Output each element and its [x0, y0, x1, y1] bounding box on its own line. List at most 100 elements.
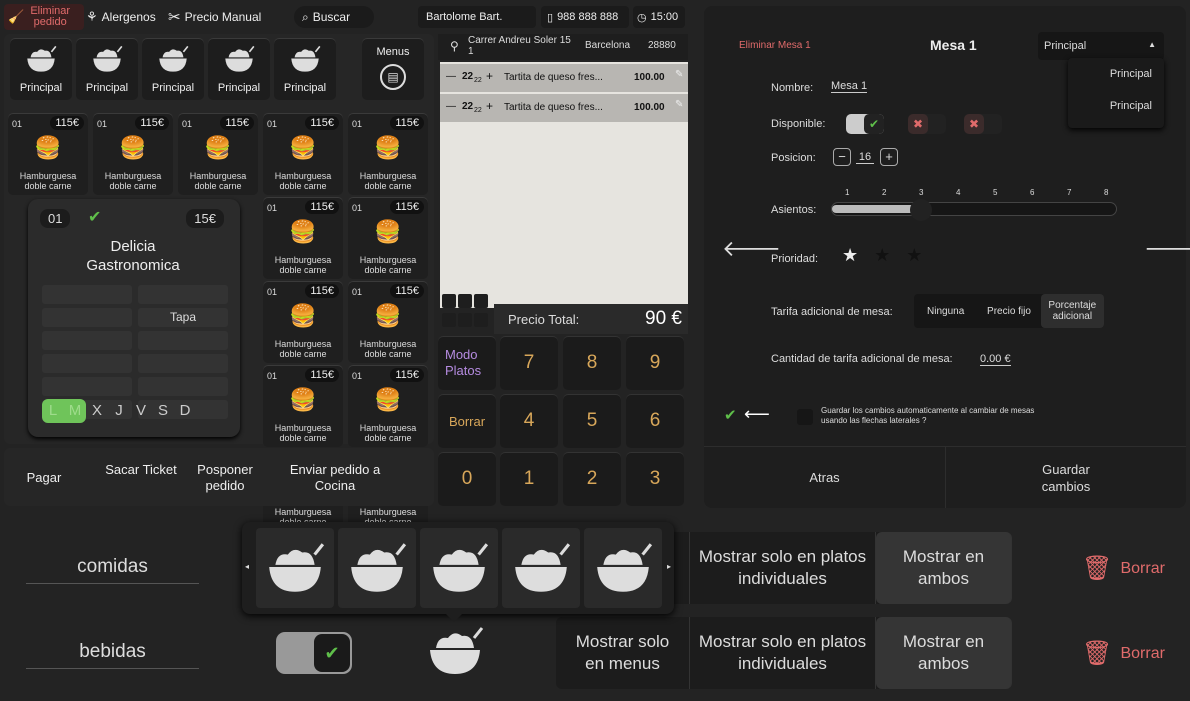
category-tile[interactable]: Principal	[208, 38, 270, 100]
available-toggle[interactable]: ✔	[846, 114, 884, 134]
display-mode-option[interactable]: Mostrar en ambos	[876, 532, 1012, 604]
save-changes-button[interactable]: Guardar cambios	[946, 446, 1186, 508]
action-button[interactable]: Enviar pedido a Cocina	[280, 462, 390, 494]
bowl-icon[interactable]	[256, 528, 334, 608]
seats-slider[interactable]	[831, 199, 1117, 221]
detail-tag-cell[interactable]: Tapa	[138, 308, 228, 327]
action-button[interactable]: Posponer pedido	[180, 462, 270, 494]
edit-icon[interactable]: ✎	[675, 69, 683, 80]
key-5[interactable]: 5	[563, 394, 621, 448]
key-3[interactable]: 3	[626, 452, 684, 506]
priority-stars[interactable]: ★ ★ ★	[842, 245, 922, 266]
product-tile[interactable]: 01 115€ 🍔 Hamburguesa doble carne	[348, 113, 428, 195]
zone-dropdown[interactable]: Principal ▲	[1038, 32, 1164, 60]
star-icon[interactable]: ★	[906, 245, 922, 266]
key-1[interactable]: 1	[500, 452, 558, 506]
weekday-x[interactable]: X	[86, 399, 108, 423]
plus-icon[interactable]: +	[486, 99, 493, 113]
product-tile[interactable]: 01 115€ 🍔 Hamburguesa doble carne	[263, 365, 343, 447]
delete-table-button[interactable]: Eliminar Mesa 1	[739, 40, 811, 51]
edit-icon[interactable]: ✎	[675, 99, 683, 110]
detail-tag-cell[interactable]	[138, 285, 228, 304]
minus-icon[interactable]: —	[446, 71, 456, 82]
product-tile[interactable]: 01 115€ 🍔 Hamburguesa doble carne	[93, 113, 173, 195]
detail-tag-cell[interactable]	[42, 285, 132, 304]
weekday-v[interactable]: V	[130, 399, 152, 423]
clear-button[interactable]: Borrar	[438, 394, 496, 448]
mode-button[interactable]: Modo Platos	[438, 336, 496, 390]
action-button[interactable]: Pagar	[14, 470, 74, 486]
weekday-selector[interactable]: LMXJVSD	[42, 399, 196, 423]
autosave-checkbox[interactable]	[797, 409, 813, 425]
key-6[interactable]: 6	[626, 394, 684, 448]
bowl-icon[interactable]	[584, 528, 662, 608]
product-tile[interactable]: 01 115€ 🍔 Hamburguesa doble carne	[263, 113, 343, 195]
product-tile[interactable]: 01 115€ 🍔 Hamburguesa doble carne	[348, 197, 428, 279]
arrow-left-icon[interactable]: 🡐	[722, 236, 781, 262]
zone-option[interactable]: Principal	[1110, 100, 1152, 112]
detail-tag-cell[interactable]	[42, 308, 132, 327]
bowl-icon[interactable]	[502, 528, 580, 608]
product-detail-card[interactable]: 01 ✔ 15€ Delicia Gastronomica Tapa LMXJV…	[28, 199, 240, 437]
delete-bebidas-button[interactable]: 🗑 Borrar	[1082, 639, 1165, 668]
seats-slider-handle[interactable]	[910, 199, 932, 221]
key-4[interactable]: 4	[500, 394, 558, 448]
surcharge-option[interactable]: Ninguna	[914, 294, 977, 328]
name-field[interactable]: Mesa 1	[831, 80, 868, 93]
detail-tag-cell[interactable]	[138, 377, 228, 396]
key-9[interactable]: 9	[626, 336, 684, 390]
order-line[interactable]: — 22 22 + Tartita de queso fres... 100.0…	[440, 94, 688, 122]
display-mode-option[interactable]: Mostrar solo en menus	[556, 617, 690, 689]
display-mode-option[interactable]: Mostrar en ambos	[876, 617, 1012, 689]
allergens-button[interactable]: ⚘ Alergenos	[86, 6, 156, 28]
weekday-l[interactable]: L	[42, 399, 64, 423]
star-icon[interactable]: ★	[874, 245, 890, 266]
unavailable-toggle[interactable]: ✖	[908, 114, 946, 134]
key-0[interactable]: 0	[438, 452, 496, 506]
bowl-icon[interactable]	[420, 528, 498, 608]
surcharge-amount-field[interactable]: 0.00 €	[980, 353, 1011, 366]
minus-icon[interactable]: —	[446, 101, 456, 112]
back-button[interactable]: Atras	[704, 446, 946, 508]
key-2[interactable]: 2	[563, 452, 621, 506]
grid-view-icon[interactable]	[440, 292, 492, 332]
product-tile[interactable]: 01 115€ 🍔 Hamburguesa doble carne	[348, 365, 428, 447]
category-tile[interactable]: Principal	[274, 38, 336, 100]
category-name-bebidas[interactable]: bebidas	[26, 641, 199, 669]
surcharge-option[interactable]: Precio fijo	[977, 294, 1040, 328]
key-8[interactable]: 8	[563, 336, 621, 390]
product-tile[interactable]: 01 115€ 🍔 Hamburguesa doble carne	[263, 197, 343, 279]
search-input[interactable]: ⌕ Buscar	[294, 6, 374, 28]
plus-icon[interactable]: +	[486, 69, 493, 83]
time-display[interactable]: ◷ 15:00	[633, 6, 685, 28]
position-decrease-button[interactable]: −	[833, 148, 851, 166]
detail-tag-cell[interactable]	[42, 377, 132, 396]
phone-display[interactable]: ▯ 988 888 888	[541, 6, 629, 28]
detail-tag-cell[interactable]	[42, 331, 132, 350]
menus-tile[interactable]: Menus ▤	[362, 38, 424, 100]
action-button[interactable]: Sacar Ticket	[96, 462, 186, 478]
display-mode-option[interactable]: Mostrar solo en platos individuales	[690, 532, 876, 604]
chevron-left-icon[interactable]: ◂	[245, 562, 249, 571]
arrow-right-icon[interactable]: 🡒	[1144, 236, 1190, 262]
product-tile[interactable]: 01 115€ 🍔 Hamburguesa doble carne	[348, 281, 428, 363]
product-tile[interactable]: 01 115€ 🍔 Hamburguesa doble carne	[8, 113, 88, 195]
delete-comidas-button[interactable]: 🗑 Borrar	[1082, 554, 1165, 583]
category-tile[interactable]: Principal	[76, 38, 138, 100]
order-line[interactable]: — 22 22 + Tartita de queso fres... 100.0…	[440, 64, 688, 92]
category-tile[interactable]: Principal	[10, 38, 72, 100]
unavailable-toggle[interactable]: ✖	[964, 114, 1002, 134]
zone-option[interactable]: Principal	[1110, 68, 1152, 80]
chevron-right-icon[interactable]: ▸	[667, 562, 671, 571]
key-7[interactable]: 7	[500, 336, 558, 390]
weekday-m[interactable]: M	[64, 399, 86, 423]
bebidas-toggle[interactable]: ✔	[276, 632, 352, 674]
surcharge-option[interactable]: Porcentaje adicional	[1040, 294, 1104, 328]
product-tile[interactable]: 01 115€ 🍔 Hamburguesa doble carne	[263, 281, 343, 363]
bowl-icon[interactable]	[424, 624, 486, 678]
star-icon[interactable]: ★	[842, 245, 858, 266]
customer-name[interactable]: Bartolome Bart.	[418, 6, 536, 28]
detail-tag-cell[interactable]	[42, 354, 132, 373]
detail-tag-cell[interactable]	[138, 331, 228, 350]
display-mode-option[interactable]: Mostrar solo en platos individuales	[690, 617, 876, 689]
